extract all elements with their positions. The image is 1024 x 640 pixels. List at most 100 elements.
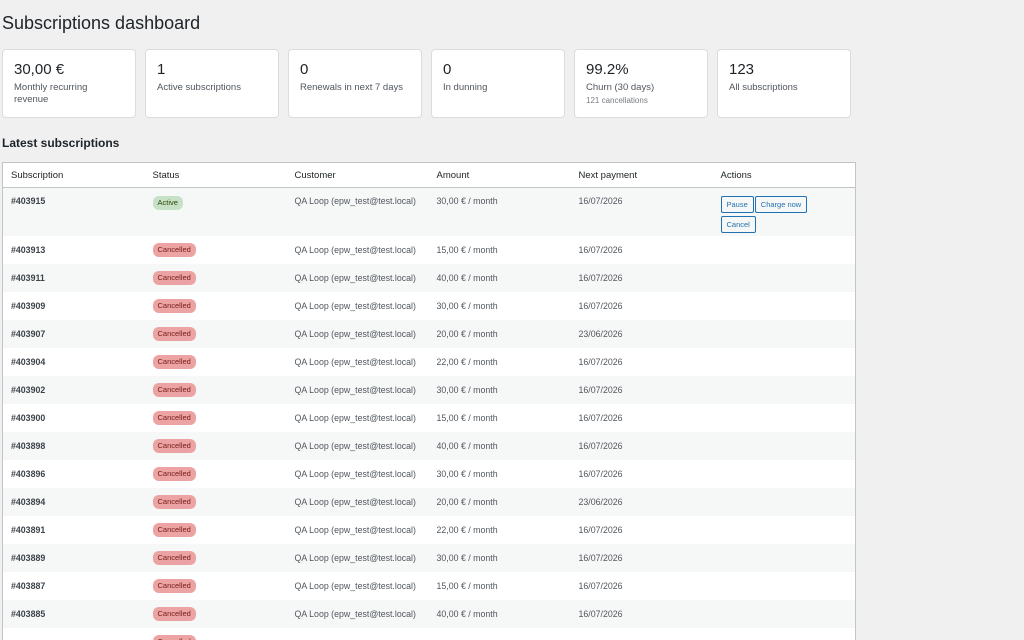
status-cell: Cancelled [145, 292, 287, 320]
stat-value: 0 [300, 61, 309, 78]
stats-cards: 30,00 € Monthly recurring revenue 1 Acti… [2, 49, 851, 118]
status-badge: Cancelled [152, 271, 196, 285]
table-row: Cancelled [3, 628, 856, 640]
subscription-id-link[interactable]: #403909 [3, 292, 145, 320]
amount-cell: 15,00 € / month [436, 581, 498, 591]
amount-cell: 22,00 € / month [436, 525, 498, 535]
amount-cell [429, 628, 571, 640]
status-badge: Cancelled [152, 299, 196, 313]
actions-cell [712, 488, 856, 516]
stat-card-dunning: 0 In dunning [431, 49, 565, 118]
stat-card-churn: 99.2% Churn (30 days) 121 cancellations [574, 49, 708, 118]
status-badge: Active [152, 196, 183, 210]
status-badge: Cancelled [152, 495, 196, 509]
status-badge: Cancelled [152, 467, 196, 481]
status-badge: Cancelled [152, 635, 196, 640]
status-cell: Cancelled [145, 572, 287, 600]
next-payment-cell: 16/07/2026 [578, 245, 623, 255]
amount-cell: 30,00 € / month [436, 301, 498, 311]
table-row: #403909 Cancelled QA Loop (epw_test@test.l… [3, 292, 856, 320]
status-badge: Cancelled [152, 383, 196, 397]
subscription-id-link[interactable]: #403898 [2, 432, 145, 460]
table-row: #403904 Cancelled QA Loop (epw_test@test.l… [3, 348, 856, 376]
stat-value: 0 [443, 61, 452, 78]
subscription-id-link[interactable]: #403896 [3, 460, 145, 488]
stat-card-active: 1 Active subscriptions [145, 49, 279, 118]
subscription-id-link[interactable]: #403915 [2, 187, 145, 236]
actions-cell [712, 376, 856, 404]
subscription-id-link[interactable]: #403894 [2, 488, 145, 516]
actions-cell: Pause Charge now Cancel [712, 187, 856, 236]
status-cell: Cancelled [145, 516, 287, 544]
subscriptions-table: Subscription Status Customer Amount Next… [2, 162, 856, 640]
customer-cell: QA Loop (epw_test@test.local) [286, 544, 429, 572]
stat-card-all: 123 All subscriptions [717, 49, 851, 118]
amount-cell: 22,00 € / month [436, 357, 498, 367]
table-row: #403913 Cancelled QA Loop (epw_test@test.l… [3, 236, 856, 264]
status-cell: Cancelled [145, 236, 287, 264]
subscription-id-link[interactable]: #403885 [2, 600, 145, 628]
pause-button[interactable]: Pause [720, 196, 754, 213]
status-badge: Cancelled [152, 523, 196, 537]
actions-cell [713, 292, 856, 320]
status-badge: Cancelled [152, 411, 196, 425]
status-cell: Cancelled [144, 376, 287, 404]
subscription-id-link[interactable]: #403904 [3, 348, 145, 376]
charge-now-button[interactable]: Charge now [754, 196, 808, 213]
amount-cell: 40,00 € / month [428, 432, 571, 460]
table-body: #403915 Active QA Loop (epw_test@test.lo… [2, 187, 856, 640]
status-badge: Cancelled [152, 551, 196, 565]
stat-value: 99.2% [586, 61, 629, 78]
amount-cell: 20,00 € / month [428, 320, 571, 348]
actions-cell [712, 432, 856, 460]
actions-cell [713, 572, 856, 600]
customer-cell: QA Loop (epw_test@test.local) [294, 301, 416, 311]
amount-cell: 15,00 € / month [436, 413, 498, 423]
amount-cell: 20,00 € / month [428, 488, 571, 516]
customer-cell: QA Loop (epw_test@test.local) [294, 525, 416, 535]
status-cell: Cancelled [145, 348, 287, 376]
table-row: #403902 Cancelled QA Loop (epw_test@test.l… [2, 376, 856, 404]
subscription-id-link[interactable]: #403891 [3, 516, 145, 544]
subscription-id-link[interactable]: #403887 [3, 572, 145, 600]
subscription-id-link[interactable]: #403889 [2, 544, 145, 572]
amount-cell: 30,00 € / month [428, 376, 571, 404]
dashboard-page: Subscriptions dashboard 30,00 € Monthly … [0, 0, 1024, 640]
subscription-id-link[interactable]: #403902 [2, 376, 145, 404]
status-badge: Cancelled [152, 439, 196, 453]
next-payment-cell: 16/07/2026 [570, 600, 713, 628]
stat-sublabel: 121 cancellations [586, 96, 648, 105]
subscription-id-link[interactable]: #403913 [3, 236, 145, 264]
subscription-id-link[interactable]: #403900 [3, 404, 145, 432]
status-badge: Cancelled [152, 579, 196, 593]
subscription-id-link[interactable]: #403907 [2, 320, 145, 348]
stat-label: All subscriptions [729, 82, 798, 93]
stat-label: In dunning [443, 82, 488, 93]
status-cell: Cancelled [145, 628, 287, 640]
next-payment-cell: 16/07/2026 [578, 301, 623, 311]
table-row: #403896 Cancelled QA Loop (epw_test@test.l… [3, 460, 856, 488]
status-cell: Cancelled [144, 320, 287, 348]
column-header-actions: Actions [712, 162, 856, 188]
section-title: Latest subscriptions [2, 136, 120, 150]
actions-cell [713, 348, 856, 376]
customer-cell: QA Loop (epw_test@test.local) [286, 376, 429, 404]
status-cell: Cancelled [145, 404, 287, 432]
column-header-status: Status [144, 162, 287, 188]
customer-cell: QA Loop (epw_test@test.local) [286, 432, 429, 460]
stat-card-renewals: 0 Renewals in next 7 days [288, 49, 422, 118]
subscription-id-link[interactable]: #403911 [2, 264, 145, 292]
amount-cell: 30,00 € / month [428, 187, 571, 236]
stat-label: Active subscriptions [157, 82, 241, 93]
stat-value: 1 [157, 61, 166, 78]
table-header-row: Subscription Status Customer Amount Next… [2, 162, 856, 188]
stat-card-mrr: 30,00 € Monthly recurring revenue [2, 49, 136, 118]
subscription-id-link[interactable] [3, 628, 145, 640]
table-row: #403900 Cancelled QA Loop (epw_test@test.l… [3, 404, 856, 432]
next-payment-cell [571, 628, 713, 640]
table-row: #403891 Cancelled QA Loop (epw_test@test.l… [3, 516, 856, 544]
stat-value: 123 [729, 61, 755, 78]
cancel-button[interactable]: Cancel [720, 216, 756, 233]
next-payment-cell: 16/07/2026 [570, 544, 713, 572]
customer-cell: QA Loop (epw_test@test.local) [294, 413, 416, 423]
